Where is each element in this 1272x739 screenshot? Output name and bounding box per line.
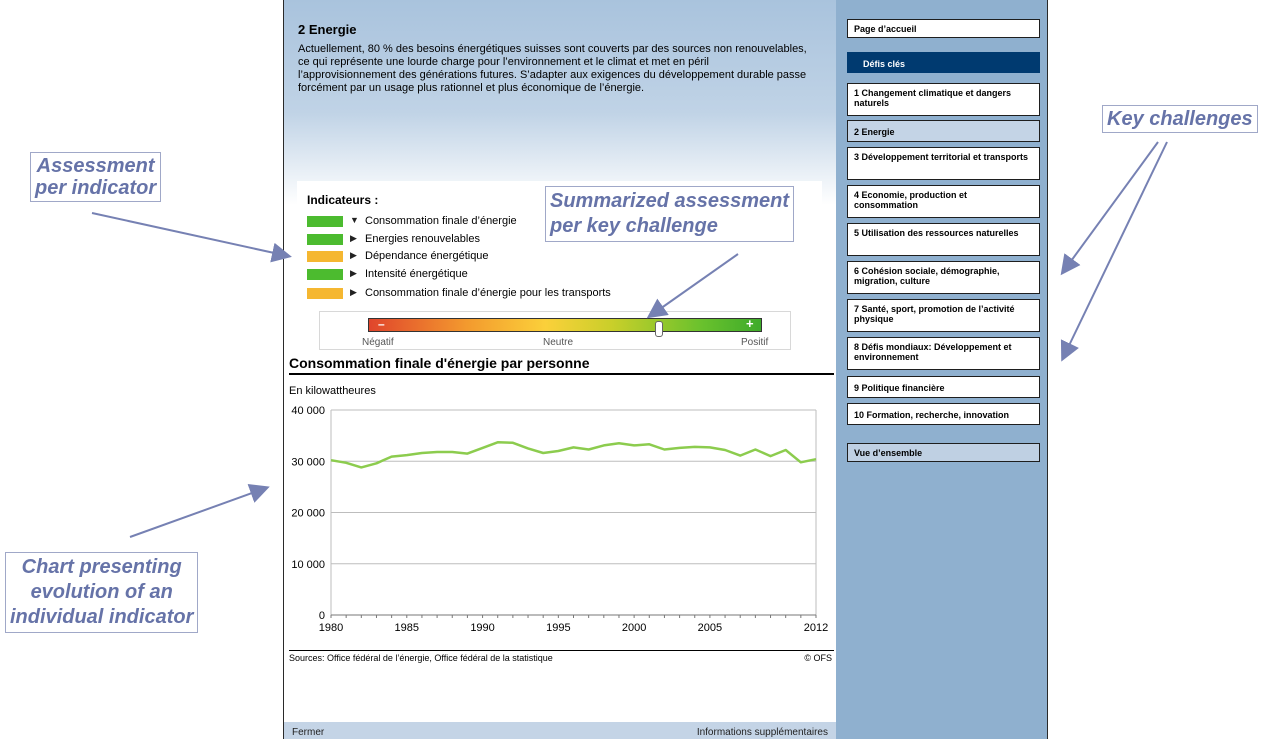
y-tick-label: 40 000 [291,405,325,417]
nav-item-economy[interactable]: 4 Economie, production et consommation [847,185,1040,218]
y-tick-label: 30 000 [291,456,325,468]
indicator-label[interactable]: Dépendance énergétique [365,250,489,262]
sources-rule [289,650,834,651]
y-tick-label: 0 [319,610,325,622]
nav-item-energy[interactable]: 2 Energie [847,120,1040,142]
x-tick-label: 1985 [395,622,419,634]
annotation-text: evolution of an [30,581,173,603]
arrow-assessment [91,212,292,263]
arrow-chart [129,484,270,538]
assessment-swatch [307,269,343,280]
nav-item-climate[interactable]: 1 Changement climatique et dangers natur… [847,83,1040,116]
scale-marker [655,321,664,337]
scale-label-negative: Négatif [362,337,394,348]
nav-item-resources[interactable]: 5 Utilisation des ressources naturelles [847,223,1040,256]
assessment-swatch [307,251,343,262]
annotation-summarized-assessment: Summarized assessment per key challenge [545,186,795,242]
nav-item-social[interactable]: 6 Cohésion sociale, démographie, migrati… [847,261,1040,294]
line-chart: 0 10 000 20 000 30 000 40 000 1980 1985 1990 199… [291,405,828,634]
minus-icon: – [378,317,385,331]
x-tick-label: 1980 [319,622,343,634]
nav-overview[interactable]: Vue d’ensemble [847,443,1040,462]
scale-label-positive: Positif [741,337,769,348]
page-description: Actuellement, 80 % des besoins énergétiq… [298,43,807,94]
expand-arrow-icon[interactable]: ▼ [350,215,359,225]
expand-arrow-icon[interactable]: ▶ [350,268,357,279]
main-panel: 2 Energie Actuellement, 80 % des besoins… [283,0,837,739]
nav-item-education[interactable]: 10 Formation, recherche, innovation [847,403,1040,425]
sidebar: Page d’accueil Défis clés 1 Changement c… [836,0,1048,739]
indicator-label[interactable]: Energies renouvelables [365,233,480,245]
assessment-swatch [307,216,343,227]
sources-text: Sources: Office fédéral de l’énergie, Of… [289,653,553,663]
x-tick-label: 2012 [804,622,828,634]
arrow-key-challenges-1 [1060,141,1159,276]
assessment-swatch [307,288,343,299]
y-tick-label: 10 000 [291,559,325,571]
annotation-key-challenges: Key challenges [1102,105,1258,133]
indicator-label[interactable]: Intensité énergétique [365,268,468,280]
annotation-text: Assessment [36,155,155,177]
more-info-link[interactable]: Informations supplémentaires [697,727,828,738]
nav-key-challenges-header[interactable]: Défis clés [847,52,1040,73]
annotation-assessment-per-indicator: Assessment per indicator [30,152,162,202]
expand-arrow-icon[interactable]: ▶ [350,233,357,244]
series-line [330,441,817,469]
indicator-label[interactable]: Consommation finale d’énergie [365,215,517,227]
footer-bar: Fermer Informations supplémentaires [284,722,836,739]
annotation-text: Chart presenting [21,556,182,578]
annotation-chart: Chart presenting evolution of an individ… [5,552,199,633]
page-title: 2 Energie [298,22,357,37]
copyright-text: © OFS [804,653,832,663]
x-tick-label: 2000 [622,622,646,634]
assessment-swatch [307,234,343,245]
chart-title: Consommation finale d'énergie par person… [289,355,590,371]
annotation-text: per key challenge [550,215,718,237]
indicators-title: Indicateurs : [307,193,379,207]
y-tick-label: 20 000 [291,508,325,520]
summary-assessment-scale: – + Négatif Neutre Positif [319,311,791,350]
x-tick-label: 1995 [546,622,570,634]
indicator-label[interactable]: Consommation finale d’énergie pour les t… [365,287,611,299]
chart-title-rule [289,373,834,375]
expand-arrow-icon[interactable]: ▶ [350,250,357,261]
annotation-text: Summarized assessment [550,190,790,212]
header-gradient [284,0,836,205]
annotation-text: Key challenges [1107,108,1253,130]
nav-home[interactable]: Page d’accueil [847,19,1040,38]
scale-label-neutral: Neutre [543,337,574,348]
x-tick-label: 2005 [698,622,722,634]
nav-item-finance[interactable]: 9 Politique financière [847,376,1040,398]
nav-item-health[interactable]: 7 Santé, sport, promotion de l’activité … [847,299,1040,332]
annotation-text: per indicator [35,177,157,199]
annotation-text: individual indicator [10,606,194,628]
assessment-gradient-bar [368,318,762,332]
chart-unit-label: En kilowattheures [289,385,376,397]
arrow-key-challenges-2 [1060,141,1168,362]
expand-arrow-icon[interactable]: ▶ [350,287,357,298]
x-tick-label: 1990 [470,622,494,634]
plus-icon: + [746,316,754,331]
nav-item-global[interactable]: 8 Défis mondiaux: Développement et envir… [847,337,1040,370]
close-link[interactable]: Fermer [292,727,324,738]
nav-item-territorial[interactable]: 3 Développement territorial et transport… [847,147,1040,180]
